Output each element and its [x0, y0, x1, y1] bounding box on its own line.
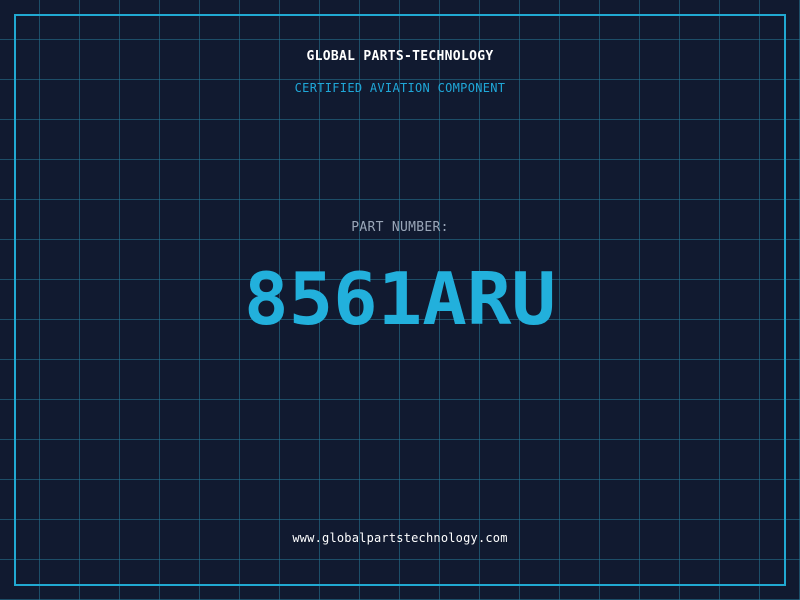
part-number-label: PART NUMBER: [351, 220, 449, 235]
website-link[interactable]: www.globalpartstechnology.com [0, 531, 800, 545]
certificate-card: GLOBAL PARTS-TECHNOLOGY CERTIFIED AVIATI… [0, 0, 800, 600]
part-number-display: 8561ARU [244, 262, 556, 341]
part-number: 8561ARU [244, 262, 556, 341]
tagline: CERTIFIED AVIATION COMPONENT [294, 81, 506, 95]
company-name: GLOBAL PARTS-TECHNOLOGY [306, 49, 494, 64]
